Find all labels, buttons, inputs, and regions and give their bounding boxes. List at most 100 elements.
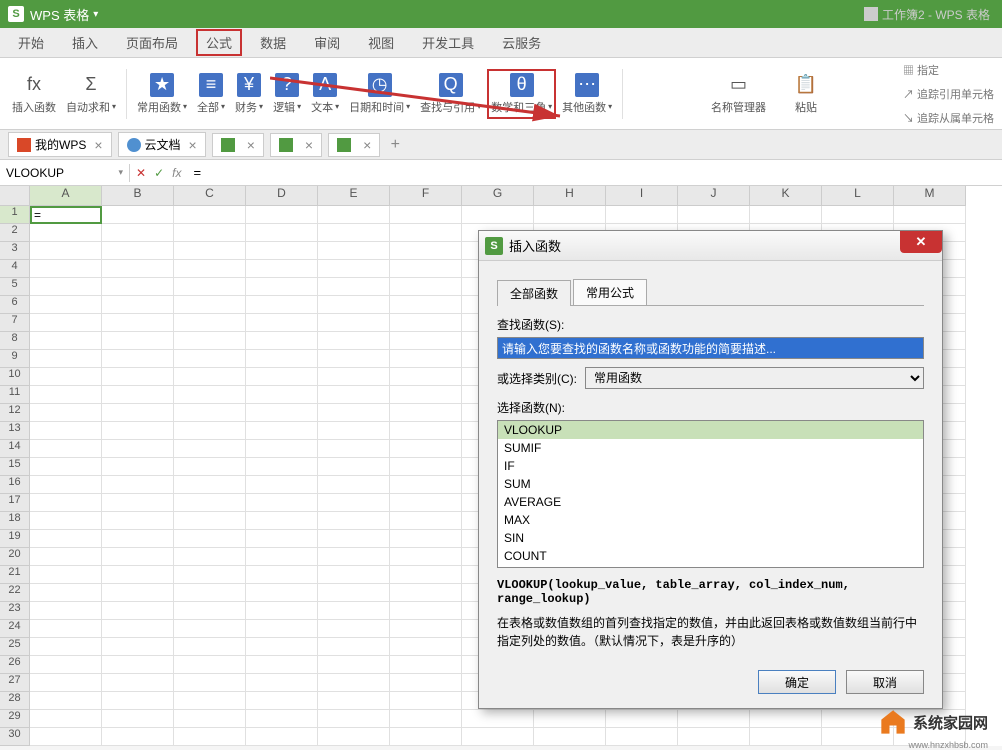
menu-视图[interactable]: 视图	[358, 29, 404, 56]
cell-D20[interactable]	[246, 548, 318, 566]
col-header-I[interactable]: I	[606, 186, 678, 206]
cell-A23[interactable]	[30, 602, 102, 620]
cell-B30[interactable]	[102, 728, 174, 746]
cell-B2[interactable]	[102, 224, 174, 242]
paste-button[interactable]: 📋粘贴	[790, 73, 822, 115]
cell-E23[interactable]	[318, 602, 390, 620]
cell-D12[interactable]	[246, 404, 318, 422]
row-header-19[interactable]: 19	[0, 530, 30, 548]
cell-F11[interactable]	[390, 386, 462, 404]
cell-C26[interactable]	[174, 656, 246, 674]
cell-H1[interactable]	[534, 206, 606, 224]
cell-D1[interactable]	[246, 206, 318, 224]
cell-I30[interactable]	[606, 728, 678, 746]
cell-E10[interactable]	[318, 368, 390, 386]
doc-tab-3[interactable]: ×	[270, 133, 322, 157]
cell-M1[interactable]	[894, 206, 966, 224]
cell-E7[interactable]	[318, 314, 390, 332]
cell-B26[interactable]	[102, 656, 174, 674]
tab-common-formulas[interactable]: 常用公式	[573, 279, 647, 305]
cell-E12[interactable]	[318, 404, 390, 422]
cell-F6[interactable]	[390, 296, 462, 314]
cell-A3[interactable]	[30, 242, 102, 260]
cell-E17[interactable]	[318, 494, 390, 512]
cell-E20[interactable]	[318, 548, 390, 566]
row-header-24[interactable]: 24	[0, 620, 30, 638]
cell-B7[interactable]	[102, 314, 174, 332]
cell-D6[interactable]	[246, 296, 318, 314]
cell-E8[interactable]	[318, 332, 390, 350]
cell-E30[interactable]	[318, 728, 390, 746]
cell-E29[interactable]	[318, 710, 390, 728]
cell-E5[interactable]	[318, 278, 390, 296]
row-header-2[interactable]: 2	[0, 224, 30, 242]
cell-A20[interactable]	[30, 548, 102, 566]
cell-H29[interactable]	[534, 710, 606, 728]
name-manager[interactable]: ▭名称管理器	[707, 73, 770, 115]
cell-E15[interactable]	[318, 458, 390, 476]
cell-G30[interactable]	[462, 728, 534, 746]
row-header-28[interactable]: 28	[0, 692, 30, 710]
cell-D13[interactable]	[246, 422, 318, 440]
doc-tab-1[interactable]: 云文档×	[118, 132, 206, 157]
row-header-13[interactable]: 13	[0, 422, 30, 440]
cell-E2[interactable]	[318, 224, 390, 242]
assign-button[interactable]: ▦ 指定	[903, 62, 994, 78]
cell-A13[interactable]	[30, 422, 102, 440]
cancel-formula-button[interactable]: ✕	[136, 166, 146, 180]
row-header-16[interactable]: 16	[0, 476, 30, 494]
cell-C16[interactable]	[174, 476, 246, 494]
cell-E24[interactable]	[318, 620, 390, 638]
select-all-corner[interactable]	[0, 186, 30, 206]
doc-tab-2[interactable]: ×	[212, 133, 264, 157]
cell-E14[interactable]	[318, 440, 390, 458]
cell-A14[interactable]	[30, 440, 102, 458]
cell-F25[interactable]	[390, 638, 462, 656]
cell-B5[interactable]	[102, 278, 174, 296]
cell-D11[interactable]	[246, 386, 318, 404]
cell-C2[interactable]	[174, 224, 246, 242]
menu-页面布局[interactable]: 页面布局	[116, 29, 188, 56]
row-header-27[interactable]: 27	[0, 674, 30, 692]
row-header-14[interactable]: 14	[0, 440, 30, 458]
cell-D8[interactable]	[246, 332, 318, 350]
ribbon-lookup[interactable]: Q查找与引用▾	[416, 73, 485, 115]
func-item-SIN[interactable]: SIN	[498, 529, 923, 547]
cell-E1[interactable]	[318, 206, 390, 224]
cell-B15[interactable]	[102, 458, 174, 476]
cell-D27[interactable]	[246, 674, 318, 692]
cell-C28[interactable]	[174, 692, 246, 710]
app-dropdown-icon[interactable]: ▾	[93, 9, 98, 20]
cell-F17[interactable]	[390, 494, 462, 512]
row-header-11[interactable]: 11	[0, 386, 30, 404]
cell-D16[interactable]	[246, 476, 318, 494]
cell-B18[interactable]	[102, 512, 174, 530]
cell-L1[interactable]	[822, 206, 894, 224]
cell-F30[interactable]	[390, 728, 462, 746]
cell-F14[interactable]	[390, 440, 462, 458]
cell-C25[interactable]	[174, 638, 246, 656]
cell-D30[interactable]	[246, 728, 318, 746]
cell-D3[interactable]	[246, 242, 318, 260]
cell-C4[interactable]	[174, 260, 246, 278]
cell-B24[interactable]	[102, 620, 174, 638]
cell-C21[interactable]	[174, 566, 246, 584]
cell-C20[interactable]	[174, 548, 246, 566]
func-item-IF[interactable]: IF	[498, 457, 923, 475]
cell-J30[interactable]	[678, 728, 750, 746]
cell-A17[interactable]	[30, 494, 102, 512]
fx-icon[interactable]: fx	[172, 166, 181, 180]
col-header-F[interactable]: F	[390, 186, 462, 206]
cell-I1[interactable]	[606, 206, 678, 224]
trace-precedents[interactable]: ↗ 追踪引用单元格	[903, 86, 994, 102]
menu-数据[interactable]: 数据	[250, 29, 296, 56]
col-header-J[interactable]: J	[678, 186, 750, 206]
cell-A30[interactable]	[30, 728, 102, 746]
cell-A1[interactable]: =	[30, 206, 102, 224]
cell-C12[interactable]	[174, 404, 246, 422]
cell-D29[interactable]	[246, 710, 318, 728]
cell-A25[interactable]	[30, 638, 102, 656]
ribbon-text[interactable]: A文本▾	[307, 73, 343, 115]
cell-C24[interactable]	[174, 620, 246, 638]
ribbon-all[interactable]: ≡全部▾	[193, 73, 229, 115]
